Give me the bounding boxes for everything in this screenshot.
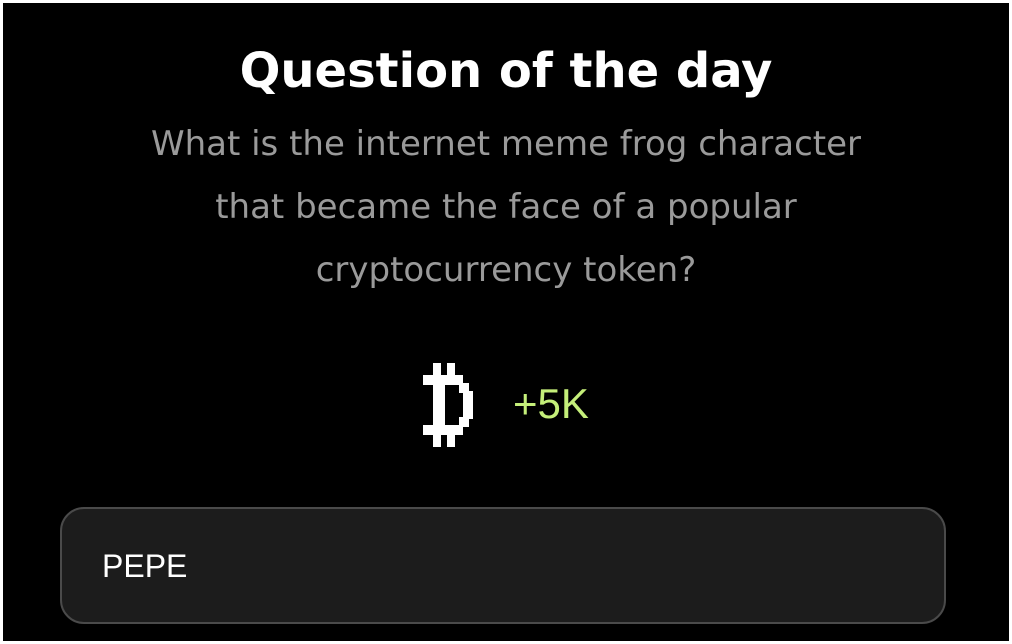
question-screen: Question of the day What is the internet… — [3, 3, 1009, 641]
reward-amount: +5K — [513, 380, 589, 427]
answer-field[interactable] — [60, 507, 946, 624]
answer-input[interactable] — [102, 539, 882, 593]
reward-row: +5K — [3, 359, 1009, 449]
pixel-currency-icon — [423, 363, 473, 447]
question-line: that became the face of a popular — [215, 187, 797, 227]
page-title: Question of the day — [239, 43, 773, 99]
question-text: What is the internet meme frog character… — [63, 113, 949, 302]
question-line: cryptocurrency token? — [315, 250, 697, 290]
question-line: What is the internet meme frog character — [150, 124, 862, 164]
